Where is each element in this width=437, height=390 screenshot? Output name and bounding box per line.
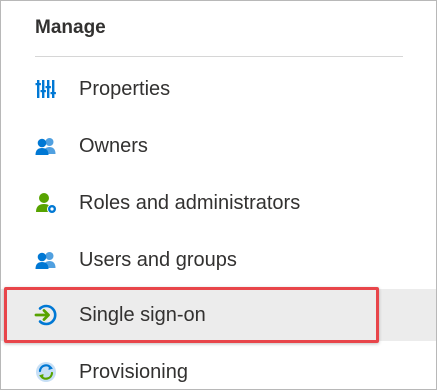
roles-icon bbox=[34, 191, 58, 215]
nav-item-provisioning[interactable]: Provisioning bbox=[1, 346, 436, 389]
nav-item-single-sign-on[interactable]: Single sign-on bbox=[1, 289, 436, 341]
nav-item-label: Roles and administrators bbox=[79, 191, 301, 214]
nav-item-label: Users and groups bbox=[79, 248, 237, 271]
nav-item-label: Single sign-on bbox=[79, 303, 206, 326]
section-header: Manage bbox=[35, 17, 106, 38]
owners-icon bbox=[34, 134, 58, 158]
manage-panel: Manage Properties Owners Roles and admin… bbox=[0, 0, 437, 390]
single-sign-on-icon bbox=[34, 303, 58, 327]
provisioning-icon bbox=[34, 360, 58, 384]
nav-item-owners[interactable]: Owners bbox=[1, 120, 436, 172]
divider bbox=[35, 56, 403, 57]
nav-item-label: Provisioning bbox=[79, 360, 188, 383]
nav-item-label: Owners bbox=[79, 134, 148, 157]
properties-icon bbox=[34, 77, 58, 101]
nav-item-properties[interactable]: Properties bbox=[1, 63, 436, 115]
nav-item-roles-and-administrators[interactable]: Roles and administrators bbox=[1, 177, 436, 229]
nav-item-label: Properties bbox=[79, 77, 171, 100]
users-groups-icon bbox=[34, 248, 58, 272]
nav-item-users-and-groups[interactable]: Users and groups bbox=[1, 234, 436, 286]
